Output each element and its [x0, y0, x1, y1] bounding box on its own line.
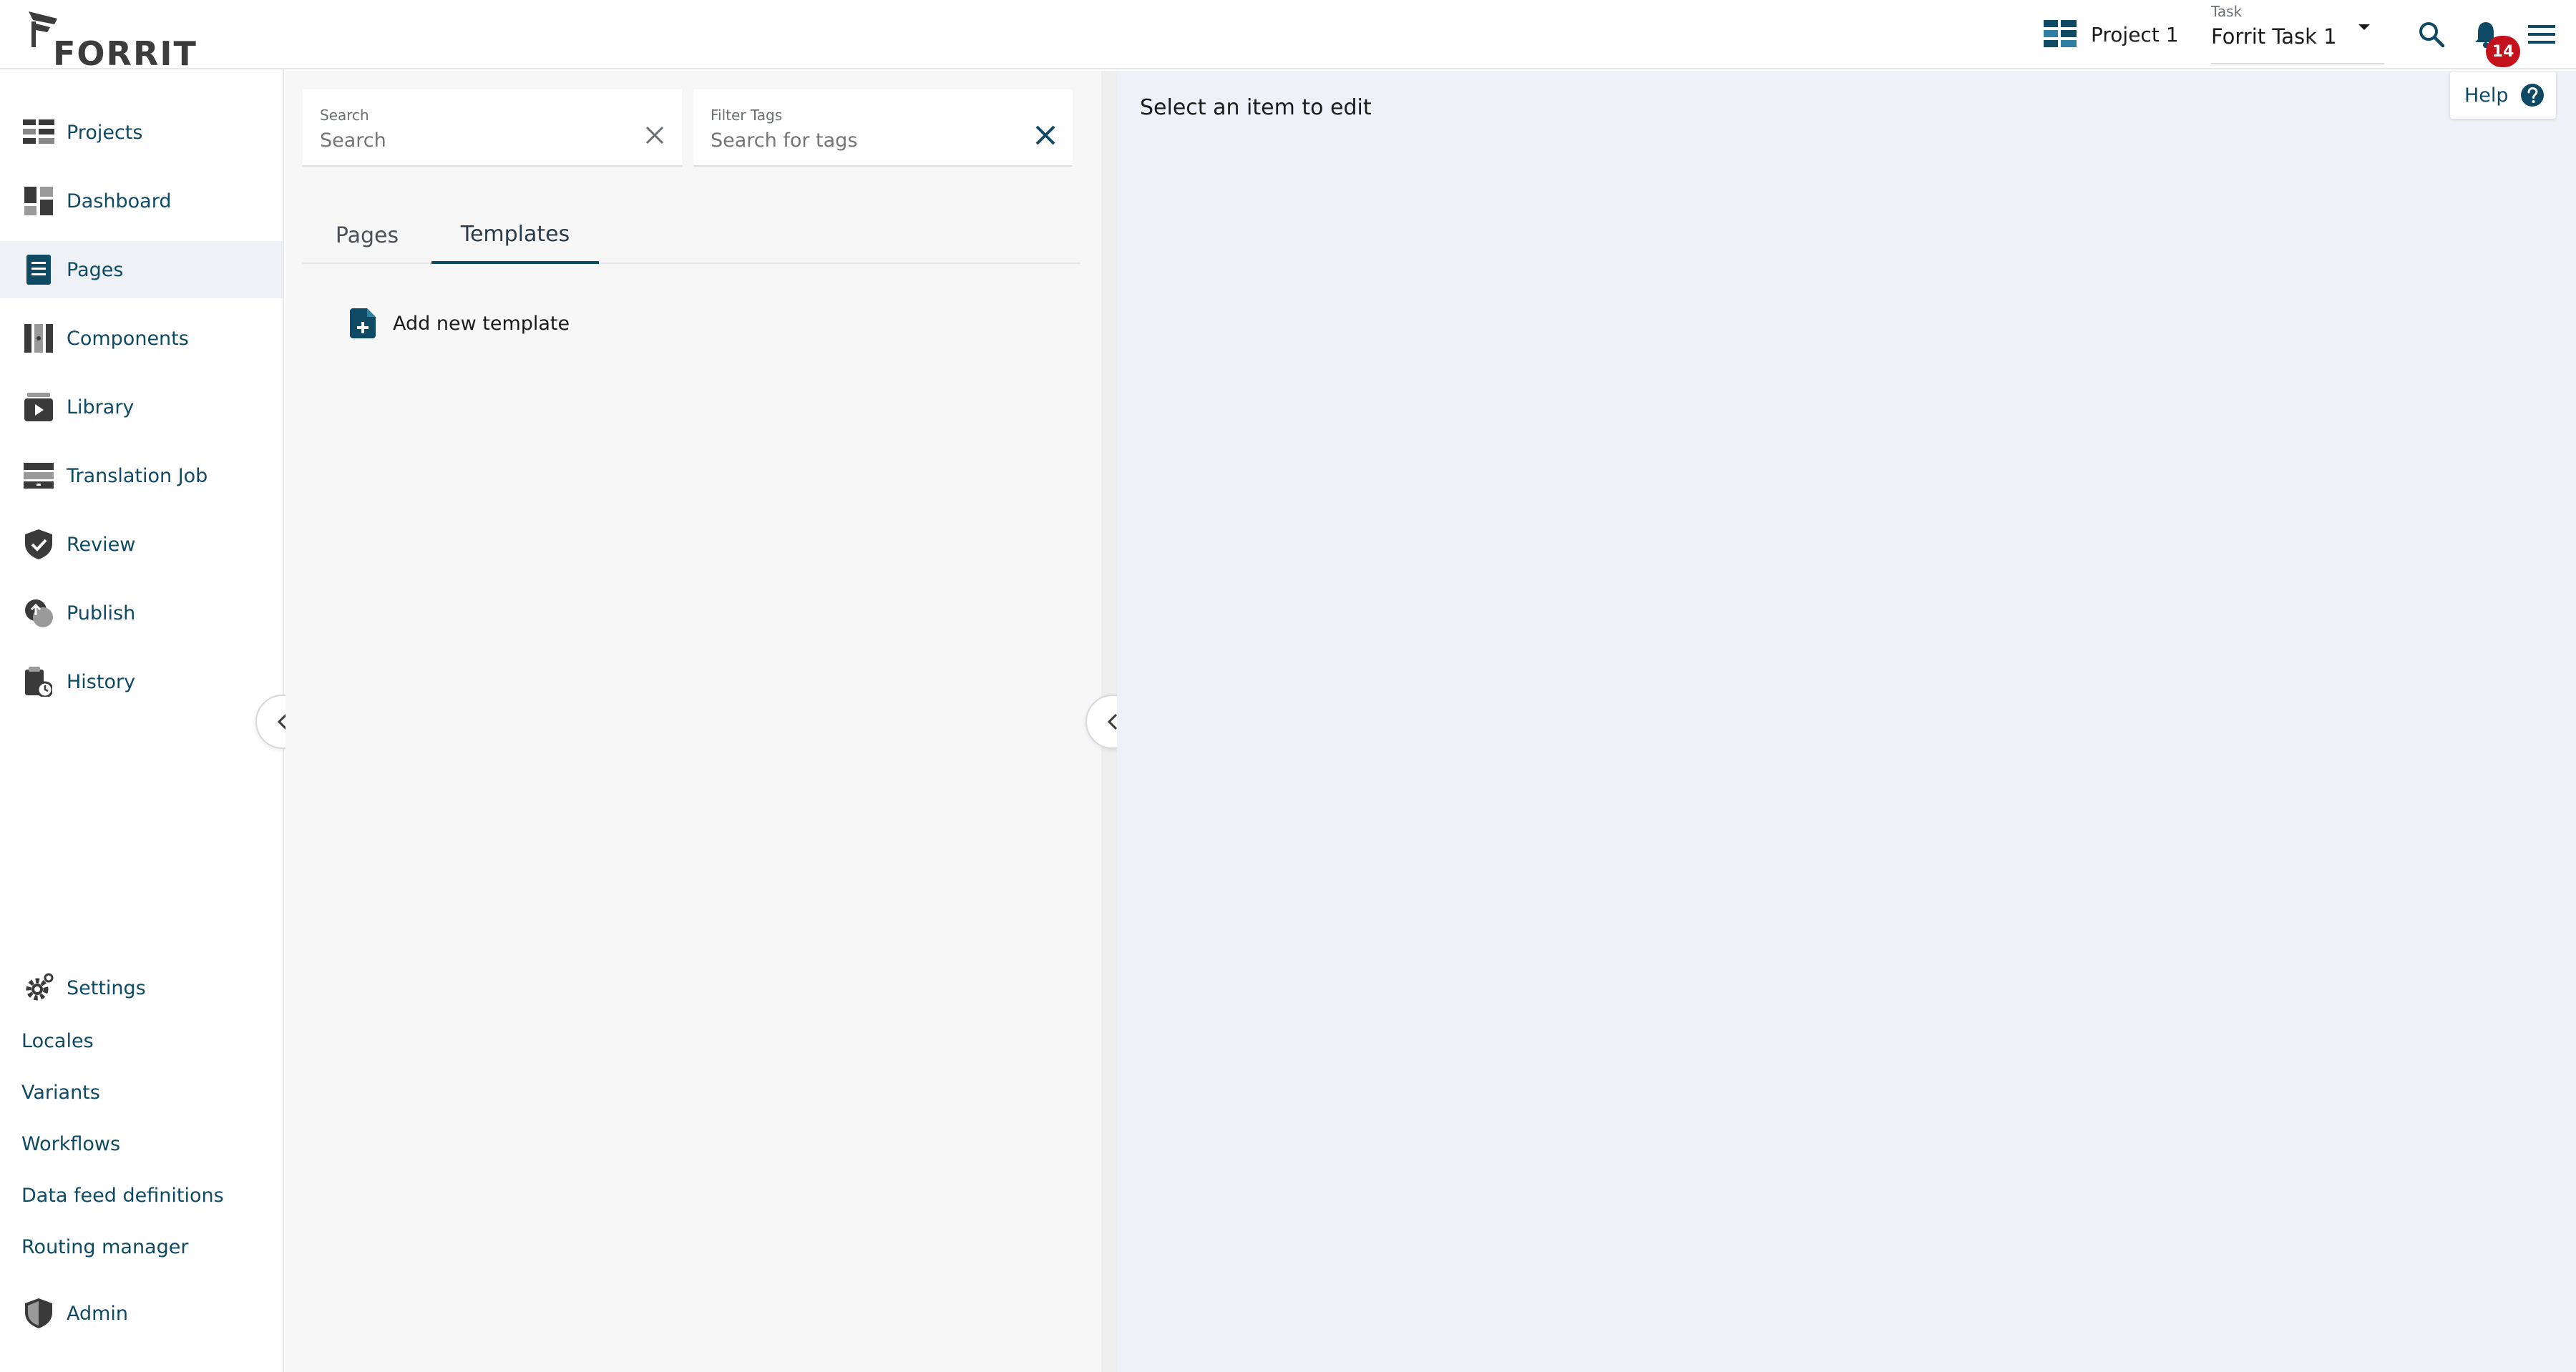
tab-templates[interactable]: Templates	[431, 207, 599, 264]
sidebar-item-label: Publish	[67, 602, 136, 624]
top-bar: FORRIT Project 1 Task Forrit Task 1 14	[0, 0, 2576, 73]
sidebar-item-label: Library	[67, 396, 135, 418]
add-new-template-button[interactable]: Add new template	[350, 305, 570, 341]
filter-tags-label: Filter Tags	[711, 107, 783, 124]
dashboard-icon	[23, 185, 54, 217]
gear-icon	[23, 972, 54, 1004]
close-icon	[645, 126, 664, 144]
editor-panel: Select an item to edit	[1117, 71, 2576, 1372]
settings-item-routing-manager[interactable]: Routing manager	[21, 1236, 188, 1258]
projects-icon	[23, 117, 54, 148]
admin-shield-icon	[23, 1298, 54, 1329]
search-input[interactable]	[320, 129, 620, 152]
project-label: Project 1	[2091, 22, 2179, 46]
notification-badge: 14	[2486, 36, 2520, 67]
question-circle-icon	[2520, 84, 2544, 107]
settings-item-locales[interactable]: Locales	[21, 1030, 94, 1052]
search-field-label: Search	[320, 107, 369, 124]
tab-bar: Pages Templates	[303, 207, 1081, 264]
sidebar-item-library[interactable]: Library	[0, 378, 283, 436]
logo-text: FORRIT	[53, 34, 197, 73]
close-icon	[1035, 125, 1055, 145]
search-button[interactable]	[2416, 19, 2447, 50]
translation-icon	[23, 460, 54, 491]
library-icon	[23, 391, 54, 423]
components-icon	[23, 323, 54, 354]
task-select-value: Forrit Task 1	[2211, 24, 2337, 49]
sidebar-item-translation-job[interactable]: Translation Job	[0, 447, 283, 504]
caret-down-icon	[2358, 24, 2370, 30]
publish-icon	[23, 597, 54, 629]
sidebar-item-history[interactable]: History	[0, 653, 283, 710]
main-menu-button[interactable]	[2526, 19, 2557, 50]
sidebar-item-dashboard[interactable]: Dashboard	[0, 172, 283, 230]
sidebar-item-label: Admin	[67, 1302, 129, 1325]
search-field: Search	[303, 89, 682, 167]
task-select[interactable]: Task Forrit Task 1	[2211, 0, 2384, 64]
add-new-template-label: Add new template	[393, 312, 570, 335]
hamburger-menu-icon	[2528, 25, 2555, 44]
sidebar-item-settings[interactable]: Settings	[0, 959, 283, 1016]
clear-tags-button[interactable]	[1031, 121, 1060, 150]
sidebar-item-label: Dashboard	[67, 190, 172, 212]
settings-item-workflows[interactable]: Workflows	[21, 1133, 120, 1155]
sidebar-item-label: History	[67, 670, 136, 693]
sidebar-item-review[interactable]: Review	[0, 516, 283, 573]
settings-item-data-feed-definitions[interactable]: Data feed definitions	[21, 1185, 224, 1207]
help-button[interactable]: Help	[2450, 72, 2556, 119]
sidebar: Projects Dashboard Pages Components Libr…	[0, 69, 284, 1372]
sidebar-item-label: Projects	[67, 121, 143, 144]
empty-editor-message: Select an item to edit	[1140, 95, 1372, 120]
sidebar-item-label: Settings	[67, 976, 146, 999]
sidebar-item-components[interactable]: Components	[0, 310, 283, 367]
sidebar-item-pages[interactable]: Pages	[0, 241, 283, 298]
search-icon	[2419, 22, 2445, 48]
history-icon	[23, 666, 54, 697]
project-grid-icon	[2044, 20, 2077, 47]
sidebar-item-label: Components	[67, 327, 189, 350]
review-icon	[23, 529, 54, 560]
sidebar-item-admin[interactable]: Admin	[0, 1285, 283, 1342]
filter-tags-field: Filter Tags	[693, 89, 1073, 167]
tab-pages[interactable]: Pages	[303, 207, 431, 264]
sidebar-item-label: Pages	[67, 258, 124, 281]
sidebar-item-label: Translation Job	[67, 464, 208, 487]
help-label: Help	[2464, 84, 2509, 107]
list-panel: Search Filter Tags Pages Templates Add n…	[286, 71, 1101, 1372]
sidebar-item-label: Review	[67, 533, 136, 556]
project-switcher[interactable]: Project 1	[2044, 19, 2179, 50]
clear-search-button[interactable]	[640, 121, 669, 150]
pages-icon	[23, 254, 54, 285]
settings-item-variants[interactable]: Variants	[21, 1082, 100, 1104]
filter-tags-input[interactable]	[711, 129, 1011, 152]
task-select-label: Task	[2211, 3, 2243, 20]
sidebar-item-projects[interactable]: Projects	[0, 104, 283, 161]
sidebar-item-publish[interactable]: Publish	[0, 584, 283, 642]
add-document-icon	[350, 308, 376, 338]
